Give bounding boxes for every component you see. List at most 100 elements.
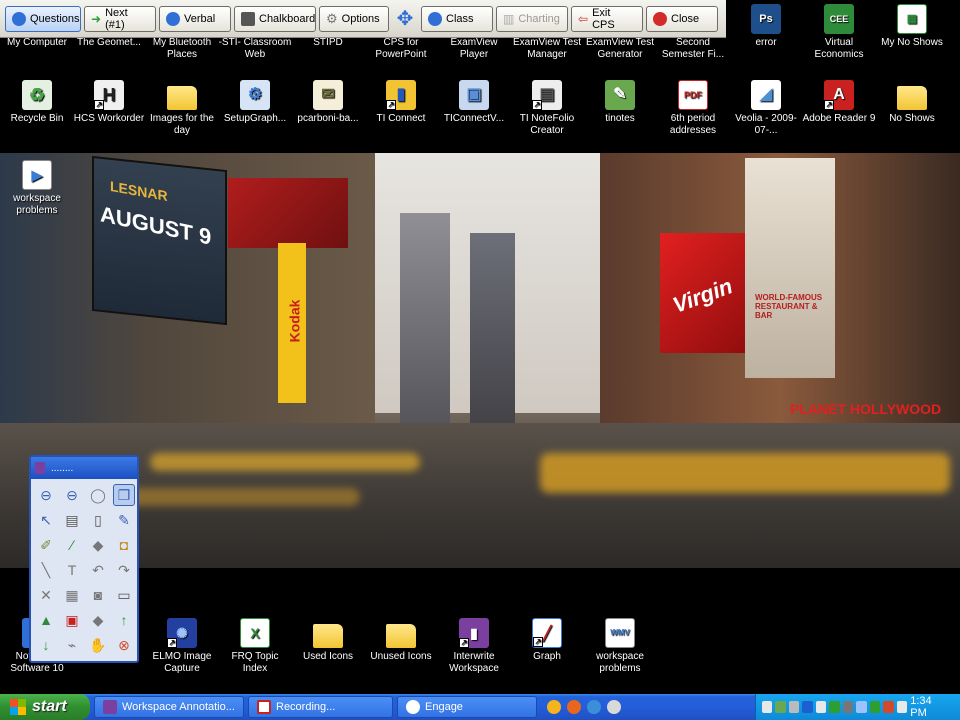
screen-icon[interactable]: ▭ — [113, 584, 135, 606]
desktop-icon-used-icons[interactable]: Used Icons — [291, 618, 365, 663]
desktop-icon-images-for-the-day[interactable]: Images for the day — [145, 80, 219, 137]
system-tray: 1:34 PM — [755, 694, 960, 720]
down-arrow-icon[interactable]: ↓ — [35, 634, 57, 656]
desktop-icon-pcarboni[interactable]: ✉ pcarboni-ba... — [291, 80, 365, 125]
tray-icon[interactable] — [842, 701, 854, 713]
task-recording[interactable]: Recording... — [248, 696, 393, 718]
desktop-icon-second-semester[interactable]: Second Semester Fi... — [656, 37, 730, 61]
browser-icon[interactable] — [587, 700, 601, 714]
pen-icon[interactable]: ∕ — [61, 534, 83, 556]
desktop-icon-ti-notefolio[interactable]: ▤ ↗ TI NoteFolio Creator — [510, 80, 584, 137]
text-tool-icon[interactable]: T — [61, 559, 83, 581]
annotation-tools-palette[interactable]: ........ ⊖ ⊖ ◯ ❐ ↖ ▤ ▯ ✎ ✐ ∕ ◆ ◘ ╲ T ↶ ↷ ✕ ▦ ◙ ▭ ▲ ▣ ◆ ↑ ↓ ⌁ ✋ ⊗ — [29, 455, 139, 663]
minus-circle-icon[interactable]: ⊖ — [35, 484, 57, 506]
task-engage[interactable]: Engage — [397, 696, 537, 718]
next-button[interactable]: ➜ Next (#1) — [84, 5, 156, 32]
desktop-icon-bluetooth-places[interactable]: My Bluetooth Places — [145, 37, 219, 61]
class-button[interactable]: Class — [421, 5, 493, 32]
start-button[interactable]: start — [0, 694, 90, 720]
desktop-icon-ti-connect[interactable]: ▮ ↗ TI Connect — [364, 80, 438, 125]
tray-icon[interactable] — [869, 701, 881, 713]
desktop-icon-6th-period-addresses[interactable]: PDF 6th period addresses — [656, 80, 730, 137]
desktop-icon-sti-classroom-web[interactable]: -STI- Classroom Web — [218, 37, 292, 61]
palette-pen-icon — [35, 462, 45, 474]
exit-cps-label: Exit CPS — [592, 6, 615, 31]
desktop-icon-stipd[interactable]: STIPD — [291, 37, 365, 49]
desktop-icon-adobe-reader[interactable]: A ↗ Adobe Reader 9 — [802, 80, 876, 125]
palette-tool-grid: ⊖ ⊖ ◯ ❐ ↖ ▤ ▯ ✎ ✐ ∕ ◆ ◘ ╲ T ↶ ↷ ✕ ▦ ◙ ▭ ▲ ▣ ◆ ↑ ↓ ⌁ ✋ ⊗ — [31, 479, 137, 661]
desktop-icon-workspace-problems-left[interactable]: ▶ workspace problems — [0, 160, 74, 217]
highlighter-icon[interactable]: ✐ — [35, 534, 57, 556]
shortcut-arrow-icon: ↗ — [386, 100, 396, 110]
desktop-icon-error[interactable]: Ps error — [729, 4, 803, 49]
tray-icon[interactable] — [883, 701, 894, 713]
bluetooth-icon[interactable] — [802, 701, 813, 713]
camera-icon[interactable]: ◙ — [87, 584, 109, 606]
exit-cps-button[interactable]: ⇦ Exit CPS — [571, 5, 643, 32]
close-button[interactable]: Close — [646, 5, 718, 32]
tray-icon[interactable] — [829, 701, 840, 713]
delete-x-icon[interactable]: ✕ — [35, 584, 57, 606]
media-icon[interactable] — [607, 700, 621, 714]
eraser-icon[interactable]: ◆ — [87, 534, 109, 556]
select-arrow-icon[interactable]: ↖ — [35, 509, 57, 531]
desktop-icon-no-shows[interactable]: No Shows — [875, 80, 949, 125]
blank-page-icon[interactable]: ▯ — [87, 509, 109, 531]
charting-button[interactable]: ▥ Charting — [496, 5, 568, 32]
magic-wand-icon[interactable]: ✎ — [113, 509, 135, 531]
desktop-icon-elmo-image-capture[interactable]: ✺ ↗ ELMO Image Capture — [145, 618, 219, 675]
recorder-icon[interactable]: ▲ — [35, 609, 57, 631]
desktop-icon-setup-graph[interactable]: ⚙ SetupGraph... — [218, 80, 292, 125]
pages-icon[interactable]: ❐ — [113, 484, 135, 506]
mouse-icon[interactable]: ◯ — [87, 484, 109, 506]
messenger-icon[interactable] — [547, 700, 561, 714]
desktop-icon-my-computer[interactable]: My Computer — [0, 37, 74, 49]
tray-icon[interactable] — [815, 701, 827, 713]
paint-icon[interactable]: ◘ — [113, 534, 135, 556]
taskbar-clock[interactable]: 1:34 PM — [910, 695, 946, 719]
desktop-icon-frq-topic-index[interactable]: X FRQ Topic Index — [218, 618, 292, 675]
desktop-icon-examview-player[interactable]: ExamView Player — [437, 37, 511, 61]
down-circle-icon[interactable]: ⊖ — [61, 484, 83, 506]
desktop-icon-interwrite-workspace[interactable]: ▮ ↗ Interwrite Workspace — [437, 618, 511, 675]
network-icon[interactable] — [896, 701, 908, 713]
questions-button[interactable]: Questions — [5, 5, 81, 32]
desktop-icon-virtual-economics[interactable]: CEE Virtual Economics — [802, 4, 876, 61]
link-icon[interactable]: ⌁ — [61, 634, 83, 656]
tray-icon[interactable] — [762, 701, 773, 713]
chalkboard-button[interactable]: Chalkboard — [234, 5, 316, 32]
desktop-icon-geometers[interactable]: The Geomet... — [72, 37, 146, 49]
desktop-icon-unused-icons[interactable]: Unused Icons — [364, 618, 438, 663]
desktop-icon-tinotes[interactable]: ✎ tinotes — [583, 80, 657, 125]
image-icon[interactable]: ▣ — [61, 609, 83, 631]
desktop-icon-workspace-problems[interactable]: WMV workspace problems — [583, 618, 657, 675]
line-icon[interactable]: ╲ — [35, 559, 57, 581]
desktop-icon-veolia[interactable]: ◢ Veolia - 2009-07-... — [729, 80, 803, 137]
desktop-icon-recycle-bin[interactable]: ♻ Recycle Bin — [0, 80, 74, 125]
desktop-icon-graph[interactable]: ╱ ↗ Graph — [510, 618, 584, 663]
shape-icon[interactable]: ◆ — [87, 609, 109, 631]
desktop-icon-examview-test-generator[interactable]: ExamView Test Generator — [583, 37, 657, 61]
tray-icon[interactable] — [775, 701, 786, 713]
table-icon[interactable]: ▦ — [61, 584, 83, 606]
tray-icon[interactable] — [788, 701, 800, 713]
close-circle-icon[interactable]: ⊗ — [113, 634, 135, 656]
options-button[interactable]: ⚙ Options — [319, 5, 389, 32]
hand-icon[interactable]: ✋ — [87, 634, 109, 656]
firefox-icon[interactable] — [567, 700, 581, 714]
up-arrow-icon[interactable]: ↑ — [113, 609, 135, 631]
tray-icon[interactable] — [856, 701, 867, 713]
page-icon[interactable]: ▤ — [61, 509, 83, 531]
verbal-button[interactable]: Verbal — [159, 5, 231, 32]
move-handle-icon[interactable]: ✥ — [392, 6, 418, 32]
class-icon — [428, 11, 442, 26]
undo-icon[interactable]: ↶ — [87, 559, 109, 581]
task-workspace-annotation[interactable]: Workspace Annotatio... — [94, 696, 244, 718]
desktop-icon-hcs-workorder[interactable]: H ↗ HCS Workorder — [72, 80, 146, 125]
desktop-icon-my-no-shows[interactable]: ▦ My No Shows — [875, 4, 949, 49]
palette-title-bar[interactable]: ........ — [31, 457, 137, 479]
redo-icon[interactable]: ↷ — [113, 559, 135, 581]
desktop-icon-examview-test-manager[interactable]: ExamView Test Manager — [510, 37, 584, 61]
desktop-icon-ti-connect-v[interactable]: ▣ TIConnectV... — [437, 80, 511, 125]
desktop-icon-cps-powerpoint[interactable]: CPS for PowerPoint — [364, 37, 438, 61]
